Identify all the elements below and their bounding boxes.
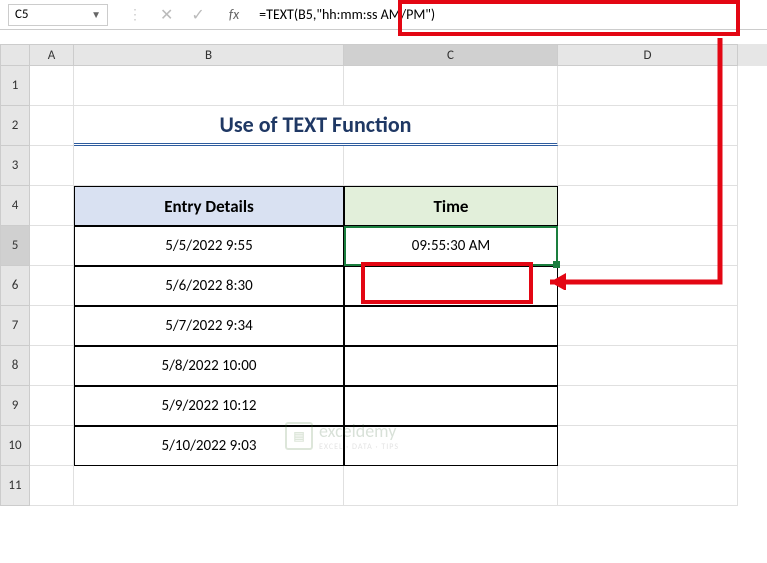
cell-B11[interactable] — [74, 466, 344, 506]
row-headers: 1 2 3 4 5 6 7 8 9 10 11 — [0, 66, 30, 506]
cell-D6[interactable] — [558, 266, 738, 306]
name-box-value: C5 — [15, 7, 29, 22]
formula-text: =TEXT(B5,"hh:mm:ss AM/PM") — [259, 6, 435, 23]
row-header-9[interactable]: 9 — [0, 386, 30, 426]
spreadsheet: A B C D 1 2 3 4 5 6 7 8 9 10 11 — [0, 44, 767, 506]
cell-C9[interactable] — [344, 386, 558, 426]
cell-D5[interactable] — [558, 226, 738, 266]
formula-bar: C5 ▼ ⋮ ✕ ✓ fx =TEXT(B5,"hh:mm:ss AM/PM") — [0, 0, 767, 30]
header-entry-details[interactable]: Entry Details — [74, 186, 344, 226]
cell-A4[interactable] — [30, 186, 74, 226]
cell-C7[interactable] — [344, 306, 558, 346]
cell-B6[interactable]: 5/6/2022 8:30 — [74, 266, 344, 306]
formula-bar-icons: ⋮ ✕ ✓ fx — [120, 5, 247, 25]
cell-D2[interactable] — [558, 106, 738, 146]
cell-D1[interactable] — [558, 66, 738, 106]
col-header-B[interactable]: B — [74, 44, 344, 66]
cancel-icon[interactable]: ✕ — [160, 5, 173, 25]
cells-area[interactable]: Use of TEXT Function Entry Details Time … — [30, 66, 738, 506]
cell-A8[interactable] — [30, 346, 74, 386]
cell-D11[interactable] — [558, 466, 738, 506]
cell-A5[interactable] — [30, 226, 74, 266]
row-header-7[interactable]: 7 — [0, 306, 30, 346]
cell-A11[interactable] — [30, 466, 74, 506]
row-header-5[interactable]: 5 — [0, 226, 30, 266]
cell-A9[interactable] — [30, 386, 74, 426]
cell-D10[interactable] — [558, 426, 738, 466]
name-box-dropdown-icon[interactable]: ▼ — [91, 8, 101, 21]
cell-B7[interactable]: 5/7/2022 9:34 — [74, 306, 344, 346]
cell-D7[interactable] — [558, 306, 738, 346]
row-header-2[interactable]: 2 — [0, 106, 30, 146]
cell-C11[interactable] — [344, 466, 558, 506]
fx-icon[interactable]: fx — [229, 6, 239, 23]
cell-C3[interactable] — [344, 146, 558, 186]
col-header-A[interactable]: A — [30, 44, 74, 66]
dots-icon: ⋮ — [128, 6, 142, 23]
cell-C10[interactable] — [344, 426, 558, 466]
row-header-1[interactable]: 1 — [0, 66, 30, 106]
cell-A3[interactable] — [30, 146, 74, 186]
cell-B8[interactable]: 5/8/2022 10:00 — [74, 346, 344, 386]
row-header-4[interactable]: 4 — [0, 186, 30, 226]
formula-input[interactable]: =TEXT(B5,"hh:mm:ss AM/PM") — [253, 4, 759, 26]
column-headers: A B C D — [0, 44, 767, 66]
cell-B9[interactable]: 5/9/2022 10:12 — [74, 386, 344, 426]
name-box[interactable]: C5 ▼ — [8, 4, 108, 26]
cell-A2[interactable] — [30, 106, 74, 146]
row-header-8[interactable]: 8 — [0, 346, 30, 386]
row-header-10[interactable]: 10 — [0, 426, 30, 466]
cell-C8[interactable] — [344, 346, 558, 386]
title-cell[interactable]: Use of TEXT Function — [74, 106, 558, 146]
cell-B10[interactable]: 5/10/2022 9:03 — [74, 426, 344, 466]
cell-A6[interactable] — [30, 266, 74, 306]
cell-B3[interactable] — [74, 146, 344, 186]
cell-D8[interactable] — [558, 346, 738, 386]
col-header-D[interactable]: D — [558, 44, 738, 66]
cell-C6[interactable] — [344, 266, 558, 306]
cell-D9[interactable] — [558, 386, 738, 426]
row-header-6[interactable]: 6 — [0, 266, 30, 306]
cell-A10[interactable] — [30, 426, 74, 466]
cell-B1[interactable] — [74, 66, 344, 106]
select-all-corner[interactable] — [0, 44, 30, 66]
header-time[interactable]: Time — [344, 186, 558, 226]
col-header-C[interactable]: C — [344, 44, 558, 66]
cell-A1[interactable] — [30, 66, 74, 106]
cell-C1[interactable] — [344, 66, 558, 106]
cell-D3[interactable] — [558, 146, 738, 186]
enter-icon[interactable]: ✓ — [191, 5, 204, 25]
cell-C5[interactable]: 09:55:30 AM — [344, 226, 558, 266]
cell-B5[interactable]: 5/5/2022 9:55 — [74, 226, 344, 266]
row-header-3[interactable]: 3 — [0, 146, 30, 186]
cell-A7[interactable] — [30, 306, 74, 346]
cell-D4[interactable] — [558, 186, 738, 226]
row-header-11[interactable]: 11 — [0, 466, 30, 506]
